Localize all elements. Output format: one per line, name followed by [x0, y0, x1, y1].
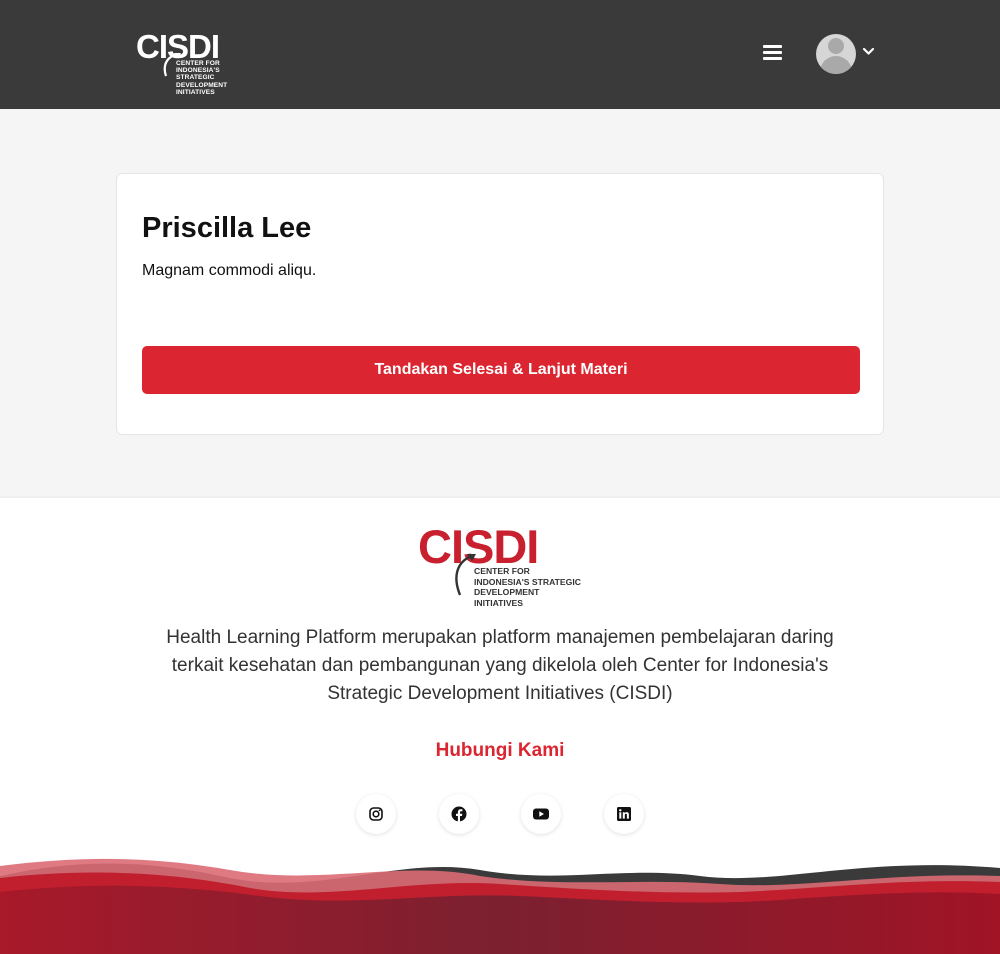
facebook-icon[interactable] [439, 794, 479, 834]
logo-tagline: CENTER FOR INDONESIA'S STRATEGIC DEVELOP… [176, 60, 258, 96]
logo-line-3: DEVELOPMENT INITIATIVES [176, 81, 228, 96]
contact-us-link[interactable]: Hubungi Kami [0, 740, 1000, 762]
footer-logo-swoosh-icon [455, 554, 476, 596]
instagram-icon[interactable] [356, 794, 396, 834]
lesson-title: Priscilla Lee [142, 212, 312, 244]
lesson-card: Priscilla Lee Magnam commodi aliqu. Tand… [116, 173, 884, 435]
footer-logo-line-1: CENTER FOR [474, 566, 530, 576]
linkedin-icon[interactable] [604, 794, 644, 834]
footer-wave-decoration [0, 858, 1000, 954]
chevron-down-icon[interactable] [862, 47, 875, 56]
complete-continue-button[interactable]: Tandakan Selesai & Lanjut Materi [142, 346, 860, 394]
footer-logo-wordmark: CISDI [418, 520, 539, 573]
footer-description: Health Learning Platform merupakan platf… [166, 627, 834, 704]
footer-logo-line-2: INDONESIA'S STRATEGIC [474, 576, 581, 587]
top-navbar: CISDI CENTER FOR INDONESIA'S STRATEGIC D… [0, 0, 1000, 109]
footer-cisdi-logo: CISDI CENTER FOR INDONESIA'S STRATEGIC D… [418, 520, 588, 608]
youtube-icon[interactable] [521, 794, 561, 834]
user-avatar[interactable] [816, 34, 856, 74]
footer-logo-tagline: CENTER FOR INDONESIA'S STRATEGIC DEVELOP… [474, 566, 588, 608]
footer: CISDI CENTER FOR INDONESIA'S STRATEGIC D… [0, 498, 1000, 954]
footer-logo-line-3: DEVELOPMENT INITIATIVES [474, 587, 540, 608]
lesson-body: Magnam commodi aliqu. [142, 262, 317, 279]
logo-line-1: CENTER FOR [176, 60, 220, 67]
logo-line-2: INDONESIA'S STRATEGIC [176, 67, 220, 82]
hamburger-icon[interactable] [763, 45, 783, 65]
cisdi-logo[interactable]: CISDI CENTER FOR INDONESIA'S STRATEGIC D… [136, 30, 258, 96]
